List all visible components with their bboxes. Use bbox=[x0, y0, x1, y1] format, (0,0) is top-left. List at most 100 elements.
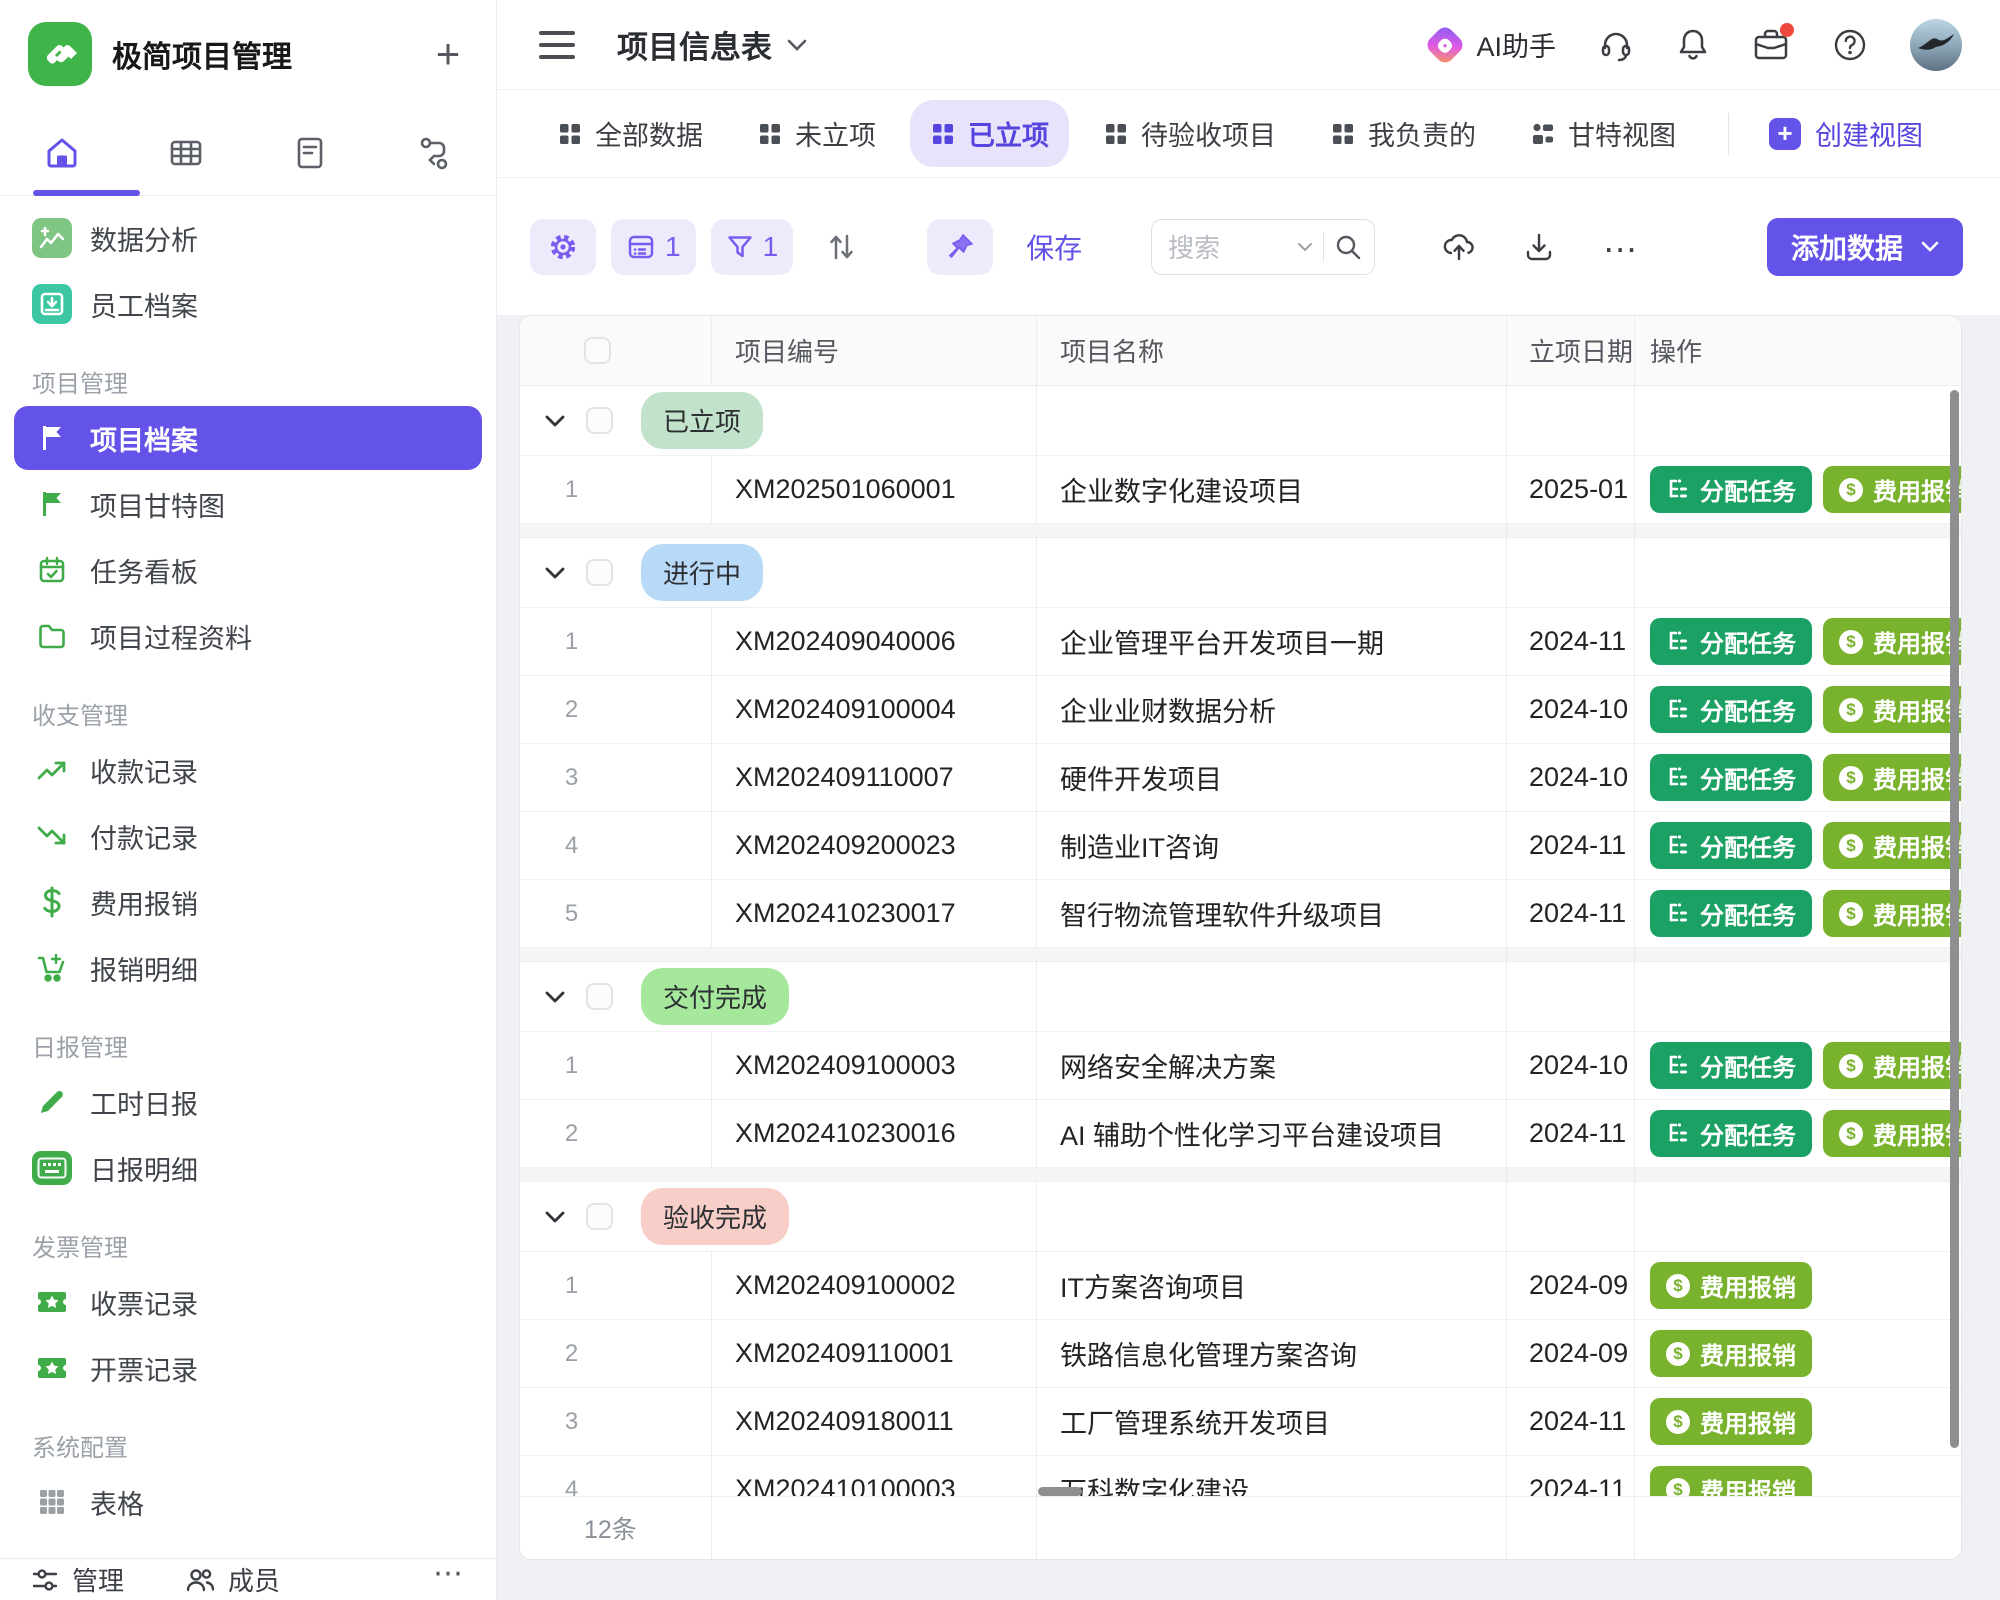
user-avatar[interactable] bbox=[1910, 19, 1962, 71]
title-chevron-down-icon[interactable] bbox=[786, 38, 808, 52]
assign-task-button[interactable]: 分配任务 bbox=[1650, 618, 1812, 665]
expense-report-button[interactable]: $费用报销 bbox=[1823, 686, 1961, 733]
sidebar-tab-0[interactable] bbox=[0, 135, 124, 171]
sidebar-item-4-1[interactable]: 开票记录 bbox=[14, 1336, 482, 1400]
table-row[interactable]: 1XM202409040006企业管理平台开发项目一期2024-11分配任务$费… bbox=[520, 608, 1961, 676]
assign-task-button[interactable]: 分配任务 bbox=[1650, 1042, 1812, 1089]
table-row[interactable]: 4XM202410100003万科数字化建设2024-11$费用报销 bbox=[520, 1456, 1961, 1498]
vertical-scrollbar[interactable] bbox=[1950, 390, 1959, 1448]
group-checkbox[interactable] bbox=[586, 407, 613, 434]
sidebar-item-1-1[interactable]: 项目甘特图 bbox=[14, 472, 482, 536]
expense-report-button[interactable]: $费用报销 bbox=[1823, 1110, 1961, 1157]
expense-report-button[interactable]: $费用报销 bbox=[1650, 1466, 1812, 1498]
sidebar-item-1-0[interactable]: 项目档案 bbox=[14, 406, 482, 470]
search-scope-chevron-icon[interactable] bbox=[1297, 242, 1313, 252]
settings-button[interactable] bbox=[530, 219, 596, 275]
sidebar-item-4-0[interactable]: 收票记录 bbox=[14, 1270, 482, 1334]
view-tab-1[interactable]: 未立项 bbox=[737, 100, 896, 167]
assign-task-button[interactable]: 分配任务 bbox=[1650, 1110, 1812, 1157]
group-collapse-chevron-icon[interactable] bbox=[544, 1210, 566, 1224]
column-header-date[interactable]: 立项日期 bbox=[1507, 316, 1635, 385]
sidebar-item-3-0[interactable]: 工时日报 bbox=[14, 1070, 482, 1134]
sidebar-item-3-1[interactable]: 日报明细 bbox=[14, 1136, 482, 1200]
export-icon[interactable] bbox=[1507, 231, 1571, 263]
expense-report-button[interactable]: $费用报销 bbox=[1823, 822, 1961, 869]
expense-report-button[interactable]: $费用报销 bbox=[1823, 618, 1961, 665]
assign-task-button[interactable]: 分配任务 bbox=[1650, 754, 1812, 801]
table-row[interactable]: 3XM202409110007硬件开发项目2024-10分配任务$费用报销 bbox=[520, 744, 1961, 812]
table-row[interactable]: 2XM202409110001铁路信息化管理方案咨询2024-09$费用报销 bbox=[520, 1320, 1961, 1388]
table-row[interactable]: 4XM202409200023制造业IT咨询2024-11分配任务$费用报销 bbox=[520, 812, 1961, 880]
sidebar-item-1-3[interactable]: 项目过程资料 bbox=[14, 604, 482, 668]
assign-task-button[interactable]: 分配任务 bbox=[1650, 822, 1812, 869]
column-header-actions[interactable]: 操作 bbox=[1635, 316, 1961, 385]
add-data-button[interactable]: 添加数据 bbox=[1767, 218, 1963, 276]
sidebar-item-2-2[interactable]: 费用报销 bbox=[14, 870, 482, 934]
bell-icon[interactable] bbox=[1676, 27, 1710, 63]
sidebar-item-5-0[interactable]: 表格 bbox=[14, 1470, 482, 1534]
add-workspace-button[interactable]: + bbox=[426, 34, 470, 74]
assign-task-button[interactable]: 分配任务 bbox=[1650, 890, 1812, 937]
headset-icon[interactable] bbox=[1598, 27, 1634, 63]
sidebar-item-0-1[interactable]: 员工档案 bbox=[14, 272, 482, 336]
expense-report-button[interactable]: $费用报销 bbox=[1823, 466, 1961, 513]
expense-report-button[interactable]: $费用报销 bbox=[1823, 754, 1961, 801]
group-collapse-chevron-icon[interactable] bbox=[544, 414, 566, 428]
group-checkbox[interactable] bbox=[586, 983, 613, 1010]
sidebar-item-1-2[interactable]: 任务看板 bbox=[14, 538, 482, 602]
group-collapse-chevron-icon[interactable] bbox=[544, 990, 566, 1004]
view-tab-4[interactable]: 我负责的 bbox=[1310, 100, 1496, 167]
sidebar-more-button[interactable]: ⋯ bbox=[433, 1556, 466, 1600]
expense-report-button[interactable]: $费用报销 bbox=[1650, 1330, 1812, 1377]
more-actions-icon[interactable]: … bbox=[1586, 219, 1658, 275]
create-view-button[interactable]: +创建视图 bbox=[1769, 114, 1923, 153]
ai-assistant-button[interactable]: AI助手 bbox=[1430, 25, 1556, 64]
sidebar-item-0-0[interactable]: 数据分析 bbox=[14, 206, 482, 270]
sort-button[interactable] bbox=[808, 219, 874, 275]
group-collapse-chevron-icon[interactable] bbox=[544, 566, 566, 580]
view-tab-0[interactable]: 全部数据 bbox=[537, 100, 723, 167]
sidebar-item-5-1[interactable]: 流程 bbox=[14, 1536, 482, 1546]
members-button[interactable]: 成员 bbox=[184, 1561, 280, 1598]
table-row[interactable]: 2XM202410230016AI 辅助个性化学习平台建设项目2024-11分配… bbox=[520, 1100, 1961, 1168]
sidebar-item-2-1[interactable]: 付款记录 bbox=[14, 804, 482, 868]
briefcase-icon[interactable] bbox=[1752, 27, 1790, 63]
sidebar-item-2-0[interactable]: 收款记录 bbox=[14, 738, 482, 802]
import-icon[interactable] bbox=[1426, 231, 1492, 263]
manage-button[interactable]: 管理 bbox=[30, 1561, 124, 1598]
table-row[interactable]: 3XM202409180011工厂管理系统开发项目2024-11$费用报销 bbox=[520, 1388, 1961, 1456]
sidebar-item-2-3[interactable]: 报销明细 bbox=[14, 936, 482, 1000]
sidebar-tab-1[interactable] bbox=[124, 135, 248, 171]
fields-button[interactable]: 1 bbox=[611, 219, 696, 275]
table-row[interactable]: 1XM202409100002IT方案咨询项目2024-09$费用报销 bbox=[520, 1252, 1961, 1320]
pin-button[interactable] bbox=[927, 219, 993, 275]
group-checkbox[interactable] bbox=[586, 559, 613, 586]
expense-report-button[interactable]: $费用报销 bbox=[1650, 1262, 1812, 1309]
column-header-code[interactable]: 项目编号 bbox=[712, 316, 1037, 385]
expense-report-button[interactable]: $费用报销 bbox=[1650, 1398, 1812, 1445]
assign-task-button[interactable]: 分配任务 bbox=[1650, 686, 1812, 733]
search-icon[interactable] bbox=[1334, 233, 1362, 261]
sidebar-tab-2[interactable] bbox=[248, 135, 372, 171]
filter-button[interactable]: 1 bbox=[711, 219, 794, 275]
select-all-checkbox[interactable] bbox=[584, 337, 611, 364]
group-checkbox[interactable] bbox=[586, 1203, 613, 1230]
save-button[interactable]: 保存 bbox=[1026, 227, 1082, 267]
table-row[interactable]: 5XM202410230017智行物流管理软件升级项目2024-11分配任务$费… bbox=[520, 880, 1961, 948]
assign-task-button[interactable]: 分配任务 bbox=[1650, 466, 1812, 513]
view-tab-3[interactable]: 待验收项目 bbox=[1083, 100, 1296, 167]
hamburger-menu-icon[interactable] bbox=[539, 31, 575, 59]
ai-assistant-icon bbox=[1424, 23, 1466, 65]
expense-report-button[interactable]: $费用报销 bbox=[1823, 1042, 1961, 1089]
column-header-name[interactable]: 项目名称 bbox=[1037, 316, 1507, 385]
horizontal-scrollbar[interactable] bbox=[1038, 1487, 1082, 1496]
table-row[interactable]: 1XM202409100003网络安全解决方案2024-10分配任务$费用报销 bbox=[520, 1032, 1961, 1100]
help-icon[interactable] bbox=[1832, 27, 1868, 63]
table-row[interactable]: 1XM202501060001企业数字化建设项目2025-01分配任务$费用报销 bbox=[520, 456, 1961, 524]
table-row[interactable]: 2XM202409100004企业业财数据分析2024-10分配任务$费用报销 bbox=[520, 676, 1961, 744]
view-tab-5[interactable]: 甘特视图 bbox=[1510, 100, 1696, 167]
sidebar-tab-3[interactable] bbox=[372, 135, 496, 171]
view-tab-2[interactable]: 已立项 bbox=[910, 100, 1069, 167]
search-input[interactable]: 搜索 bbox=[1151, 219, 1375, 275]
expense-report-button[interactable]: $费用报销 bbox=[1823, 890, 1961, 937]
